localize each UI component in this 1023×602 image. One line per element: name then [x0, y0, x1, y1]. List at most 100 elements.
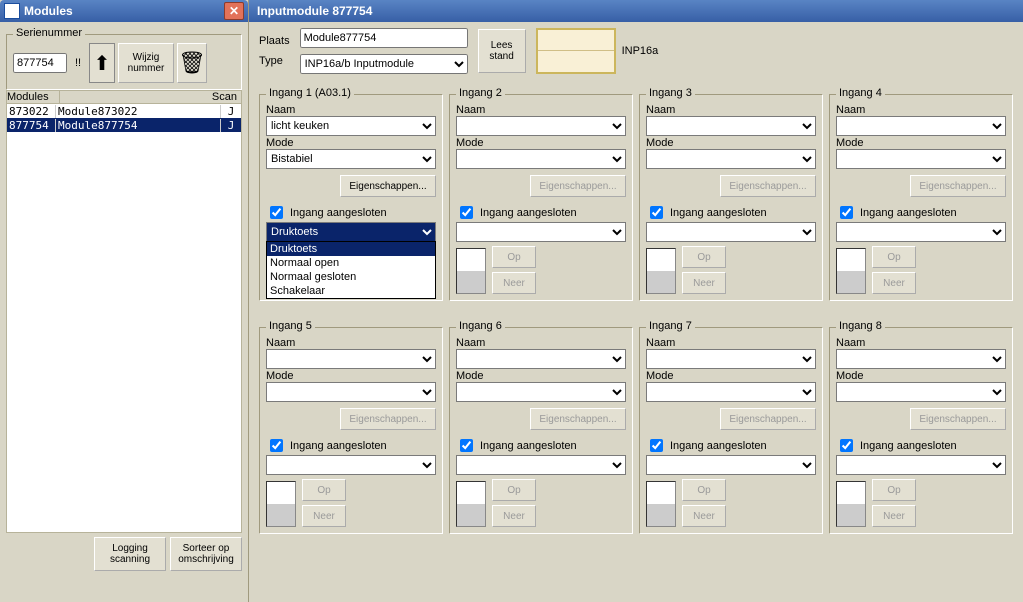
- ingang7-mode-select[interactable]: [646, 382, 816, 402]
- ingang2-type-select[interactable]: [456, 222, 626, 242]
- ingang4-props-button[interactable]: Eigenschappen...: [910, 175, 1006, 197]
- ingang-7: Ingang 7 Naam Mode Eigenschappen... Inga…: [639, 327, 823, 534]
- op-button[interactable]: Op: [682, 479, 726, 501]
- neer-button[interactable]: Neer: [872, 505, 916, 527]
- type-select[interactable]: INP16a/b Inputmodule: [300, 54, 468, 74]
- ingang2-naam-select[interactable]: [456, 116, 626, 136]
- plaats-input[interactable]: [300, 28, 468, 48]
- ingang5-naam-select[interactable]: [266, 349, 436, 369]
- ingang-1: Ingang 1 (A03.1) Naam licht keuken Mode …: [259, 94, 443, 301]
- ingang6-aangesloten-checkbox[interactable]: [460, 439, 473, 452]
- type-label: Type: [259, 55, 290, 67]
- ingang1-type-dropdown[interactable]: Druktoets Normaal open Normaal gesloten …: [266, 241, 436, 299]
- ingang8-type-select[interactable]: [836, 455, 1006, 475]
- modules-titlebar: Modules ✕: [0, 0, 248, 22]
- ingang-4: Ingang 4 Naam Mode Eigenschappen... Inga…: [829, 94, 1013, 301]
- ingang4-mode-select[interactable]: [836, 149, 1006, 169]
- ingang8-aangesloten-checkbox[interactable]: [840, 439, 853, 452]
- ingang4-aangesloten-checkbox[interactable]: [840, 206, 853, 219]
- ingang5-aangesloten-checkbox[interactable]: [270, 439, 283, 452]
- plaats-label: Plaats: [259, 35, 290, 47]
- detail-titlebar: Inputmodule 877754: [249, 0, 1023, 22]
- serienummer-group: Serienummer !! ⬆ Wijzig nummer 🗑: [6, 34, 242, 90]
- ingang7-type-select[interactable]: [646, 455, 816, 475]
- op-button[interactable]: Op: [492, 479, 536, 501]
- col-scan-header: Scan: [60, 90, 242, 103]
- op-button[interactable]: Op: [872, 479, 916, 501]
- ingang7-naam-select[interactable]: [646, 349, 816, 369]
- op-button[interactable]: Op: [492, 246, 536, 268]
- thumb-label: INP16a: [622, 45, 659, 57]
- neer-button[interactable]: Neer: [302, 505, 346, 527]
- modules-title-text: Modules: [24, 4, 73, 18]
- col-modules-header: Modules: [6, 90, 60, 103]
- ingang3-type-select[interactable]: [646, 222, 816, 242]
- ingang7-aangesloten-checkbox[interactable]: [650, 439, 663, 452]
- ingang-5: Ingang 5 Naam Mode Eigenschappen... Inga…: [259, 327, 443, 534]
- ingang4-naam-select[interactable]: [836, 116, 1006, 136]
- wijzig-nummer-button[interactable]: Wijzig nummer: [118, 43, 174, 83]
- ingang-2: Ingang 2 Naam Mode Eigenschappen... Inga…: [449, 94, 633, 301]
- detail-window: Inputmodule 877754 Plaats Type INP16a/b …: [249, 0, 1023, 602]
- ingang6-mode-select[interactable]: [456, 382, 626, 402]
- ingang6-naam-select[interactable]: [456, 349, 626, 369]
- detail-header: Plaats Type INP16a/b Inputmodule Lees st…: [259, 28, 1013, 74]
- level-indicator: [456, 248, 486, 294]
- ingang2-aangesloten-checkbox[interactable]: [460, 206, 473, 219]
- module-thumbnail: [536, 28, 616, 74]
- ingang1-props-button[interactable]: Eigenschappen...: [340, 175, 436, 197]
- ingang4-type-select[interactable]: [836, 222, 1006, 242]
- ingang7-props-button[interactable]: Eigenschappen...: [720, 408, 816, 430]
- level-indicator: [836, 481, 866, 527]
- ingang1-mode-select[interactable]: Bistabiel: [266, 149, 436, 169]
- level-indicator: [266, 481, 296, 527]
- ingang6-props-button[interactable]: Eigenschappen...: [530, 408, 626, 430]
- logging-scanning-button[interactable]: Logging scanning: [94, 537, 166, 571]
- ingang3-props-button[interactable]: Eigenschappen...: [720, 175, 816, 197]
- ingang8-props-button[interactable]: Eigenschappen...: [910, 408, 1006, 430]
- ingang6-type-select[interactable]: [456, 455, 626, 475]
- neer-button[interactable]: Neer: [492, 272, 536, 294]
- module-list[interactable]: 873022 Module873022 J 877754 Module87775…: [6, 103, 242, 533]
- ingang3-mode-select[interactable]: [646, 149, 816, 169]
- ingang3-aangesloten-checkbox[interactable]: [650, 206, 663, 219]
- level-indicator: [836, 248, 866, 294]
- ingang-6: Ingang 6 Naam Mode Eigenschappen... Inga…: [449, 327, 633, 534]
- ingang3-naam-select[interactable]: [646, 116, 816, 136]
- level-indicator: [646, 481, 676, 527]
- sorteer-button[interactable]: Sorteer op omschrijving: [170, 537, 242, 571]
- op-button[interactable]: Op: [682, 246, 726, 268]
- ingang-8: Ingang 8 Naam Mode Eigenschappen... Inga…: [829, 327, 1013, 534]
- ingang5-props-button[interactable]: Eigenschappen...: [340, 408, 436, 430]
- op-button[interactable]: Op: [872, 246, 916, 268]
- neer-button[interactable]: Neer: [492, 505, 536, 527]
- ingang8-mode-select[interactable]: [836, 382, 1006, 402]
- up-arrow-button[interactable]: ⬆: [89, 43, 115, 83]
- neer-button[interactable]: Neer: [682, 505, 726, 527]
- detail-title-text: Inputmodule 877754: [257, 4, 372, 18]
- ingang1-aangesloten-checkbox[interactable]: [270, 206, 283, 219]
- ingang1-naam-select[interactable]: licht keuken: [266, 116, 436, 136]
- level-indicator: [456, 481, 486, 527]
- level-indicator: [646, 248, 676, 294]
- trash-icon[interactable]: 🗑: [177, 43, 207, 83]
- ingang5-type-select[interactable]: [266, 455, 436, 475]
- ingang5-mode-select[interactable]: [266, 382, 436, 402]
- op-button[interactable]: Op: [302, 479, 346, 501]
- ingang8-naam-select[interactable]: [836, 349, 1006, 369]
- ingang2-props-button[interactable]: Eigenschappen...: [530, 175, 626, 197]
- ingang2-mode-select[interactable]: [456, 149, 626, 169]
- ingang1-type-select[interactable]: Druktoets: [266, 222, 436, 242]
- ingang-3: Ingang 3 Naam Mode Eigenschappen... Inga…: [639, 94, 823, 301]
- neer-button[interactable]: Neer: [872, 272, 916, 294]
- close-icon[interactable]: ✕: [224, 2, 244, 20]
- lees-stand-button[interactable]: Lees stand: [478, 29, 526, 73]
- serienummer-flag: !!: [70, 53, 86, 73]
- serienummer-legend: Serienummer: [13, 27, 85, 39]
- modules-window: Modules ✕ Serienummer !! ⬆ Wijzig nummer…: [0, 0, 249, 602]
- modules-app-icon: [4, 3, 20, 19]
- module-row[interactable]: 877754 Module877754 J: [7, 118, 241, 132]
- module-row[interactable]: 873022 Module873022 J: [7, 104, 241, 118]
- serienummer-input[interactable]: [13, 53, 67, 73]
- neer-button[interactable]: Neer: [682, 272, 726, 294]
